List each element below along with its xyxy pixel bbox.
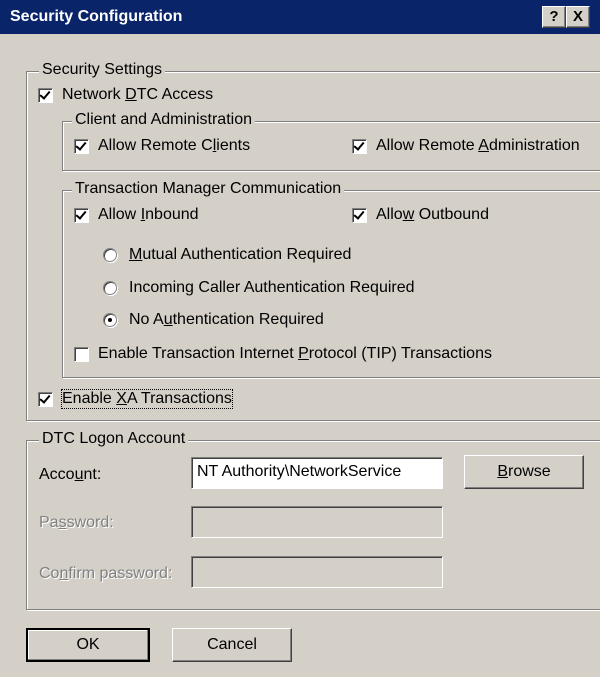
allow-remote-clients-label: Allow Remote Clients	[98, 137, 251, 154]
client-admin-legend: Client and Administration	[72, 111, 255, 129]
enable-xa-label: Enable XA Transactions	[61, 389, 233, 409]
account-label: Account:	[39, 466, 102, 483]
network-dtc-access-label: Network DTC Access	[62, 86, 214, 103]
confirm-password-input[interactable]	[191, 556, 443, 588]
allow-inbound-checkbox[interactable]: Allow Inbound	[74, 206, 199, 224]
allow-outbound-check[interactable]	[352, 207, 367, 223]
tip-transactions-checkbox[interactable]: Enable Transaction Internet Protocol (TI…	[74, 345, 492, 363]
security-settings-legend: Security Settings	[39, 61, 166, 79]
password-label: Password:	[39, 514, 114, 531]
tm-comm-legend: Transaction Manager Communication	[72, 180, 345, 198]
mutual-auth-label: Mutual Authentication Required	[129, 246, 352, 263]
network-dtc-access-check[interactable]	[38, 87, 53, 103]
allow-remote-admin-checkbox[interactable]: Allow Remote Administration	[352, 137, 580, 155]
allow-remote-clients-checkbox[interactable]: Allow Remote Clients	[74, 137, 250, 155]
account-input[interactable]: NT Authority\NetworkService	[191, 457, 443, 489]
incoming-caller-auth-label: Incoming Caller Authentication Required	[129, 279, 415, 296]
enable-xa-checkbox[interactable]: Enable XA Transactions	[38, 389, 233, 409]
tip-transactions-check[interactable]	[74, 346, 89, 362]
password-input[interactable]	[191, 506, 443, 538]
allow-outbound-label: Allow Outbound	[376, 206, 489, 223]
allow-outbound-checkbox[interactable]: Allow Outbound	[352, 206, 489, 224]
title-bar[interactable]: Security Configuration ? X	[0, 0, 600, 34]
incoming-caller-auth-radio[interactable]: Incoming Caller Authentication Required	[103, 279, 415, 297]
enable-xa-check[interactable]	[38, 391, 53, 407]
no-auth-radio[interactable]: No Authentication Required	[103, 311, 324, 329]
incoming-caller-auth-radio-dot[interactable]	[103, 281, 117, 295]
help-button[interactable]: ?	[542, 6, 566, 28]
cancel-button[interactable]: Cancel	[172, 628, 292, 662]
allow-inbound-label: Allow Inbound	[98, 206, 199, 223]
window-title: Security Configuration	[10, 8, 183, 25]
allow-remote-admin-label: Allow Remote Administration	[376, 137, 580, 154]
mutual-auth-radio[interactable]: Mutual Authentication Required	[103, 246, 351, 264]
allow-remote-admin-check[interactable]	[352, 138, 367, 154]
no-auth-label: No Authentication Required	[129, 311, 324, 328]
ok-button[interactable]: OK	[26, 628, 150, 662]
no-auth-radio-dot[interactable]	[103, 313, 117, 327]
browse-button[interactable]: Browse	[464, 455, 584, 489]
mutual-auth-radio-dot[interactable]	[103, 248, 117, 262]
allow-remote-clients-check[interactable]	[74, 138, 89, 154]
dtc-logon-legend: DTC Logon Account	[39, 430, 189, 448]
confirm-password-label: Confirm password:	[39, 565, 173, 582]
tip-transactions-label: Enable Transaction Internet Protocol (TI…	[98, 345, 492, 362]
allow-inbound-check[interactable]	[74, 207, 89, 223]
close-button[interactable]: X	[566, 6, 590, 28]
network-dtc-access-checkbox[interactable]: Network DTC Access	[38, 86, 213, 104]
